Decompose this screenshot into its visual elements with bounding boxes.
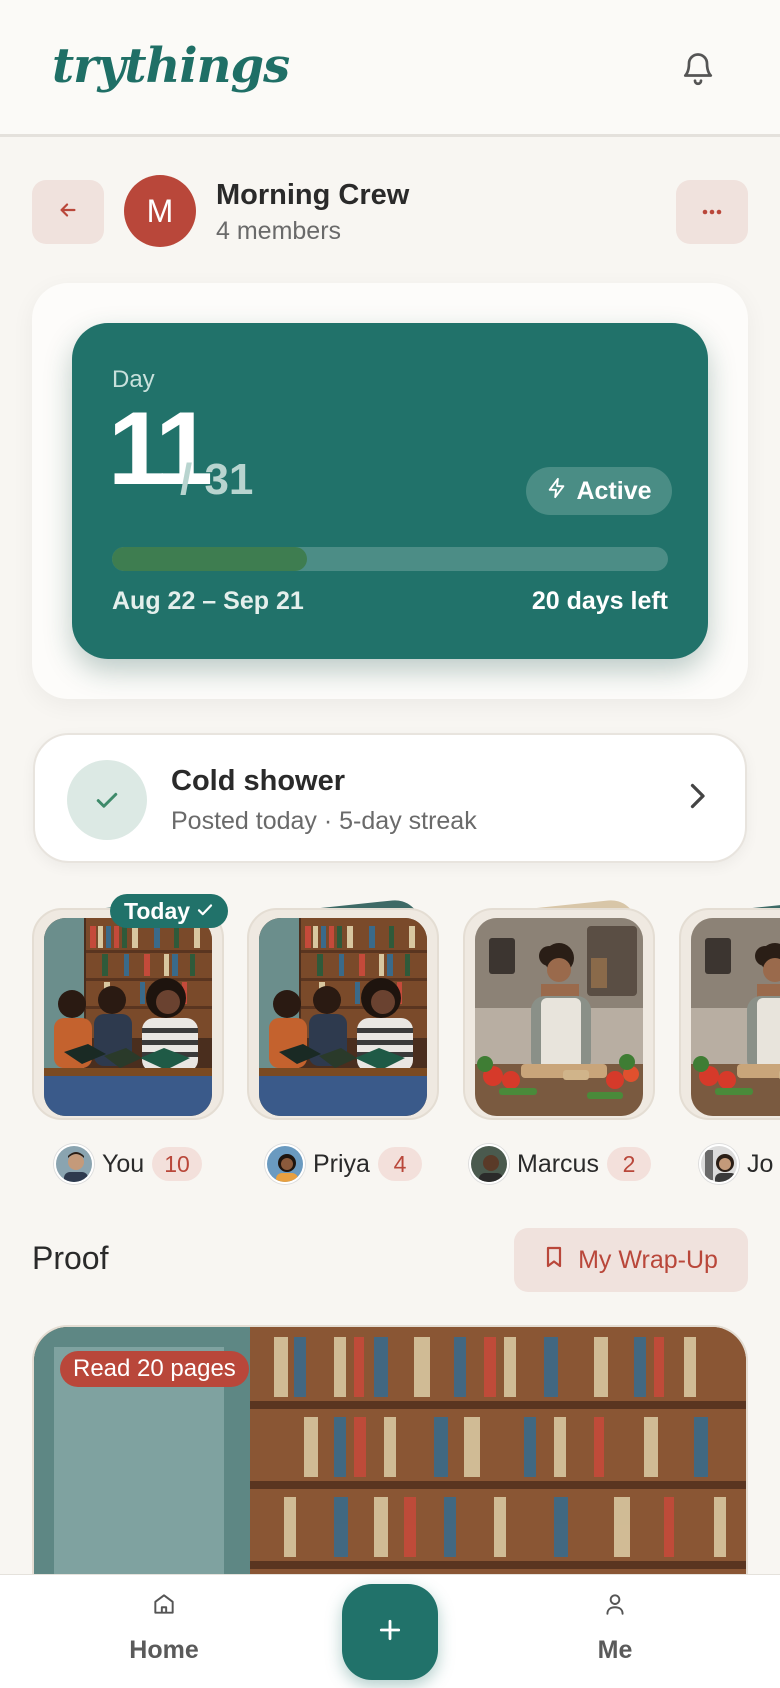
member-info: Marcus 2 xyxy=(469,1142,651,1186)
app-header: trythings xyxy=(0,0,780,137)
more-options-button[interactable] xyxy=(676,180,748,244)
proof-section-title: Proof xyxy=(32,1240,109,1276)
avatar xyxy=(469,1144,509,1184)
nav-home-label: Home xyxy=(129,1636,199,1664)
today-label: Today xyxy=(124,897,191,924)
progress-bar-fill xyxy=(112,547,307,571)
member-name: Jo xyxy=(747,1149,774,1178)
member-post-count: 10 xyxy=(152,1147,202,1181)
add-post-button[interactable] xyxy=(342,1584,438,1680)
challenge-progress-card: Day 11 / 31 Active Aug 22 – Sep 21 20 da… xyxy=(72,323,708,659)
bookmark-icon xyxy=(544,1245,564,1276)
group-member-count: 4 members xyxy=(216,217,342,245)
avatar xyxy=(54,1144,94,1184)
member-info: Priya 4 xyxy=(265,1142,422,1186)
back-button[interactable] xyxy=(32,180,104,244)
member-card-marcus[interactable]: Marcus 2 xyxy=(463,890,659,1190)
status-label: Active xyxy=(576,476,652,505)
member-name: Priya xyxy=(313,1149,370,1178)
person-icon xyxy=(602,1591,628,1624)
member-card-priya[interactable]: Priya 4 xyxy=(247,890,443,1190)
my-wrap-up-button[interactable]: My Wrap-Up xyxy=(514,1228,748,1292)
proof-tag: Read 20 pages xyxy=(60,1351,249,1387)
day-label: Day xyxy=(112,366,155,393)
avatar xyxy=(265,1144,305,1184)
members-carousel[interactable]: Today You 10 Priya 4 Marcus 2 Jo xyxy=(0,890,780,1190)
member-post-count: 4 xyxy=(377,1147,422,1181)
member-photo xyxy=(691,918,780,1116)
nav-me[interactable]: Me xyxy=(555,1591,675,1665)
app-logo[interactable]: trythings xyxy=(52,38,290,94)
member-photo xyxy=(475,918,643,1116)
bell-icon[interactable] xyxy=(680,48,716,88)
status-badge: Active xyxy=(526,467,672,515)
bolt-icon xyxy=(546,477,568,506)
check-icon xyxy=(196,898,214,925)
check-icon xyxy=(67,760,147,840)
avatar xyxy=(699,1144,739,1184)
progress-bar xyxy=(112,547,668,571)
more-dots-icon xyxy=(700,203,724,221)
group-name: Morning Crew xyxy=(216,179,410,211)
home-icon xyxy=(151,1591,177,1624)
group-avatar: M xyxy=(124,175,196,247)
member-card-you[interactable]: Today You 10 xyxy=(32,890,229,1190)
plus-icon xyxy=(377,1617,403,1648)
date-range: Aug 22 – Sep 21 xyxy=(112,587,304,615)
member-name: You xyxy=(102,1149,145,1178)
days-left: 20 days left xyxy=(531,587,668,615)
member-card-jo[interactable]: Jo xyxy=(679,890,780,1190)
task-card[interactable]: Cold shower Posted today · 5-day streak xyxy=(33,733,747,863)
chevron-right-icon xyxy=(687,781,707,816)
member-photo xyxy=(259,918,427,1116)
task-title: Cold shower xyxy=(171,765,346,797)
task-subtitle: Posted today · 5-day streak xyxy=(171,807,477,835)
my-wrap-up-label: My Wrap-Up xyxy=(578,1245,718,1274)
nav-home[interactable]: Home xyxy=(104,1591,224,1665)
today-badge: Today xyxy=(110,894,229,928)
member-photo xyxy=(44,918,212,1116)
group-header: M Morning Crew 4 members xyxy=(0,175,780,255)
member-post-count: 2 xyxy=(606,1147,651,1181)
member-info: You 10 xyxy=(54,1142,202,1186)
challenge-progress-section: Day 11 / 31 Active Aug 22 – Sep 21 20 da… xyxy=(32,283,748,699)
member-info: Jo xyxy=(699,1142,773,1186)
arrow-left-icon xyxy=(57,199,79,226)
total-days: / 31 xyxy=(180,455,254,504)
nav-me-label: Me xyxy=(597,1636,633,1664)
member-name: Marcus xyxy=(517,1149,599,1178)
